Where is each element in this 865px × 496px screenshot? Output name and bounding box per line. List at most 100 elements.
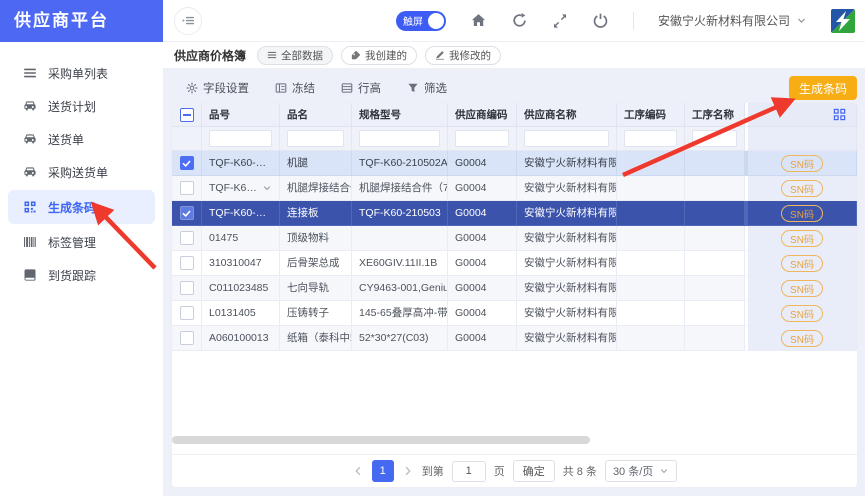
refresh-icon[interactable]: [511, 12, 528, 29]
row-checkbox[interactable]: [180, 256, 194, 270]
row-checkbox[interactable]: [180, 281, 194, 295]
view-filter-pill[interactable]: 全部数据: [257, 46, 333, 65]
sn-code-button[interactable]: SN码: [781, 280, 823, 297]
sn-code-button[interactable]: SN码: [781, 205, 823, 222]
sn-code-button[interactable]: SN码: [781, 155, 823, 172]
page-size-select[interactable]: 30 条/页: [605, 460, 677, 482]
goto-page-input[interactable]: [452, 461, 486, 482]
table-toolbar: 字段设置 冻结 行高 筛选 生成条码: [172, 75, 857, 101]
qr-grid-icon[interactable]: [833, 108, 846, 121]
sidebar-item-label: 送货计划: [48, 98, 96, 115]
page-number-button[interactable]: 1: [372, 460, 394, 482]
filter-input-3[interactable]: [455, 130, 509, 147]
filter-input-5[interactable]: [624, 130, 677, 147]
table-row[interactable]: A060100013 纸箱（泰科中箱... 52*30*27(C03) G000…: [172, 326, 857, 351]
sidebar-item-truck[interactable]: 送货单: [0, 123, 163, 155]
row-checkbox[interactable]: [180, 231, 194, 245]
row-checkbox[interactable]: [180, 206, 194, 220]
cell-actions: SN码: [745, 226, 857, 251]
top-bar: 供应商平台 触屏: [0, 0, 865, 42]
app-title: 供应商平台: [0, 0, 163, 42]
column-header-item-name[interactable]: 品名: [280, 103, 352, 127]
cell-process-name: [685, 176, 745, 201]
filter-input-2[interactable]: [359, 130, 440, 147]
cell-spec: TQF-K60-210503: [352, 201, 448, 226]
cell-item-name: 连接板: [280, 201, 352, 226]
filter-input-4[interactable]: [524, 130, 609, 147]
row-checkbox[interactable]: [180, 331, 194, 345]
sidebar-item-qrcode-active[interactable]: 生成条码: [8, 190, 155, 224]
power-icon[interactable]: [592, 12, 609, 29]
filter-cell: [517, 127, 617, 151]
filter-input-1[interactable]: [287, 130, 344, 147]
cell-process-code: [617, 276, 685, 301]
filter-input-0[interactable]: [209, 130, 272, 147]
sidebar-item-truck[interactable]: 送货计划: [0, 90, 163, 122]
cell-dropdown-icon[interactable]: [262, 183, 272, 193]
pill-label: 全部数据: [281, 48, 323, 63]
column-header-actions: [745, 103, 857, 127]
toolbar-freeze-button[interactable]: 冻结: [275, 80, 315, 96]
cell-actions: SN码: [745, 326, 857, 351]
toolbar-button-label: 冻结: [292, 80, 315, 96]
toolbar-gear-button[interactable]: 字段设置: [186, 80, 249, 96]
sn-code-button[interactable]: SN码: [781, 180, 823, 197]
row-checkbox[interactable]: [180, 156, 194, 170]
table-row[interactable]: TQF-K60-210503 连接板 TQF-K60-210503 G0004 …: [172, 201, 857, 226]
column-header-spec[interactable]: 规格型号: [352, 103, 448, 127]
sidebar-item-book[interactable]: 到货跟踪: [0, 259, 163, 291]
toggle-knob: [428, 13, 444, 29]
sidebar-item-truck[interactable]: 采购送货单: [0, 156, 163, 188]
cell-item-name: 机腿: [280, 151, 352, 176]
sn-code-button[interactable]: SN码: [781, 230, 823, 247]
home-icon[interactable]: [470, 12, 487, 29]
cell-item-no: TQF-K60-21050...: [202, 151, 280, 176]
sn-code-button[interactable]: SN码: [781, 305, 823, 322]
sidebar-collapse-button[interactable]: [174, 7, 202, 35]
table-row[interactable]: TQF-K60-21050... 机腿 TQF-K60-210502A G000…: [172, 151, 857, 176]
goto-confirm-button[interactable]: 确定: [513, 460, 555, 482]
row-checkbox-cell: [172, 276, 202, 301]
column-header-supplier-name[interactable]: 供应商名称: [517, 103, 617, 127]
filter-cell: [202, 127, 280, 151]
row-checkbox[interactable]: [180, 306, 194, 320]
goto-page-prefix: 到第: [422, 463, 444, 479]
touch-mode-toggle[interactable]: 触屏: [396, 11, 446, 31]
cell-item-name: 机腿焊接结合件...: [280, 176, 352, 201]
chevron-right-icon[interactable]: [402, 465, 414, 477]
sidebar-item-barcode[interactable]: 标签管理: [0, 226, 163, 258]
sidebar-item-list[interactable]: 采购单列表: [0, 57, 163, 89]
column-header-process-code[interactable]: 工序编码: [617, 103, 685, 127]
pill-label: 我创建的: [365, 48, 407, 63]
toolbar-rowheight-button[interactable]: 行高: [341, 80, 381, 96]
table-row[interactable]: 310310047 后骨架总成 XE60GIV.11II.1B G0004 安徽…: [172, 251, 857, 276]
table-row[interactable]: L0131405 压铸转子 145-65叠厚高冲-带五... G0004 安徽宁…: [172, 301, 857, 326]
column-header-process-name[interactable]: 工序名称: [685, 103, 745, 127]
filter-input-6[interactable]: [692, 130, 737, 147]
toolbar-filter-button[interactable]: 筛选: [407, 80, 447, 96]
table-row[interactable]: 01475 顶级物料 G0004 安徽宁火新材料有限公司 SN码: [172, 226, 857, 251]
table-header-row: 品号 品名 规格型号 供应商编码 供应商名称 工序编码 工序名称: [172, 103, 857, 127]
sn-code-button[interactable]: SN码: [781, 255, 823, 272]
column-header-item-no[interactable]: 品号: [202, 103, 280, 127]
cell-item-name: 后骨架总成: [280, 251, 352, 276]
horizontal-scrollbar-thumb[interactable]: [172, 436, 590, 444]
select-all-checkbox[interactable]: [180, 108, 194, 122]
sidebar-item-label: 到货跟踪: [48, 267, 96, 284]
table-row[interactable]: TQF-K60-21050 机腿焊接结合件... 机腿焊接结合件（750） G0…: [172, 176, 857, 201]
sidebar-item-label: 标签管理: [48, 234, 96, 251]
table-filter-row: [172, 127, 857, 151]
toolbar-actions: 字段设置 冻结 行高 筛选: [186, 80, 447, 96]
view-filter-pill[interactable]: 我创建的: [341, 46, 417, 65]
column-header-supplier-code[interactable]: 供应商编码: [448, 103, 517, 127]
row-checkbox[interactable]: [180, 181, 194, 195]
table-row[interactable]: C011023485 七向导轨 CY9463-001,Genius... G00…: [172, 276, 857, 301]
freeze-icon: [275, 82, 287, 94]
qrcode-icon: [23, 200, 37, 214]
generate-barcode-button[interactable]: 生成条码: [789, 76, 857, 100]
view-filter-pill[interactable]: 我修改的: [425, 46, 501, 65]
chevron-left-icon[interactable]: [352, 465, 364, 477]
fullscreen-icon[interactable]: [552, 13, 568, 29]
company-selector[interactable]: 安徽宁火新材料有限公司: [658, 12, 807, 29]
sn-code-button[interactable]: SN码: [781, 330, 823, 347]
